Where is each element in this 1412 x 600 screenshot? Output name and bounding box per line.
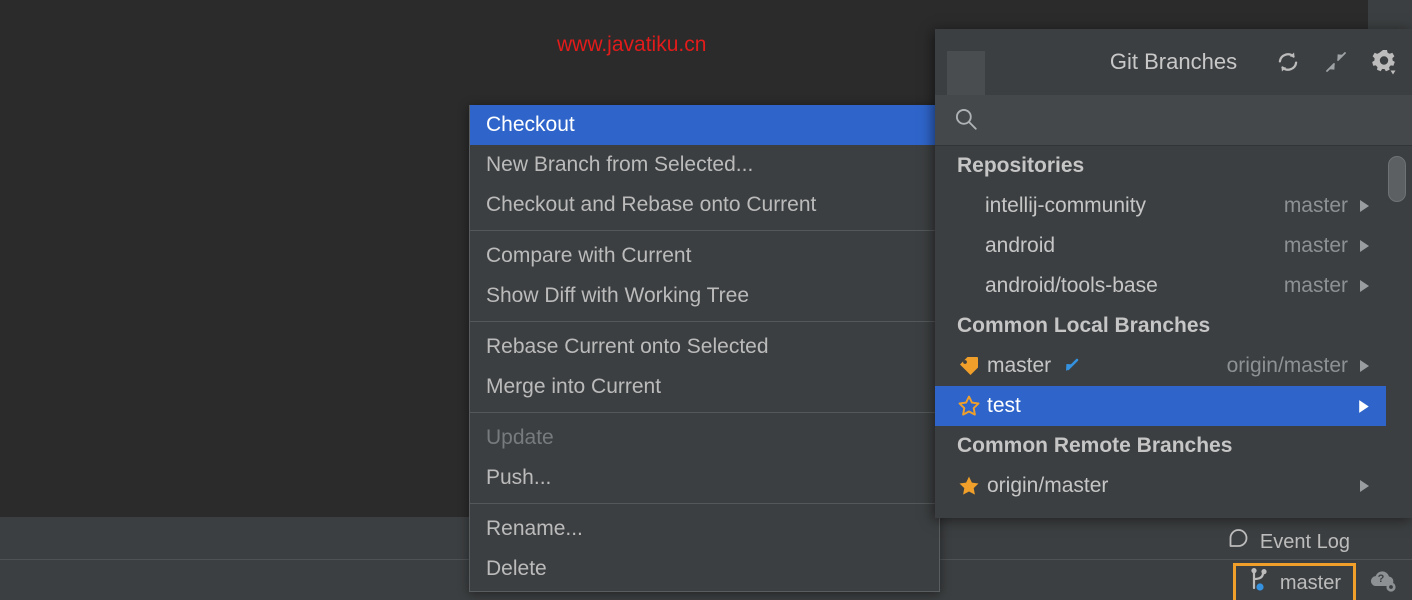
branches-scrollbar[interactable] bbox=[1392, 146, 1408, 518]
search-icon bbox=[953, 106, 979, 132]
menu-item-delete[interactable]: Delete bbox=[470, 549, 939, 589]
collapse-all-icon[interactable] bbox=[1322, 48, 1350, 76]
star-outline-icon[interactable] bbox=[957, 394, 983, 418]
top-right-toolbar-strip bbox=[1368, 0, 1412, 29]
group-header-common-remote-branches: Common Remote Branches bbox=[935, 426, 1412, 466]
tracked-remote-branch: origin/master bbox=[1227, 354, 1356, 378]
row-branch-master[interactable]: master origin/master bbox=[935, 346, 1386, 386]
repo-current-branch: master bbox=[1284, 274, 1356, 298]
chevron-right-icon bbox=[1356, 198, 1372, 214]
branch-name: test bbox=[987, 394, 1021, 418]
row-branch-test[interactable]: test bbox=[935, 386, 1386, 426]
refresh-icon[interactable] bbox=[1274, 48, 1302, 76]
row-repository-android[interactable]: android master bbox=[935, 226, 1386, 266]
tag-icon bbox=[957, 354, 983, 378]
menu-item-rebase-current-onto-selected[interactable]: Rebase Current onto Selected bbox=[470, 327, 939, 367]
repo-name: android/tools-base bbox=[985, 274, 1158, 298]
menu-separator bbox=[470, 321, 939, 322]
branch-name: origin/master bbox=[987, 474, 1108, 498]
chevron-right-icon bbox=[1356, 278, 1372, 294]
chevron-right-icon bbox=[1356, 398, 1372, 415]
branch-search-row[interactable] bbox=[935, 95, 1412, 146]
menu-item-checkout-and-rebase-onto-current[interactable]: Checkout and Rebase onto Current bbox=[470, 185, 939, 225]
menu-item-compare-with-current[interactable]: Compare with Current bbox=[470, 236, 939, 276]
event-log-icon bbox=[1227, 527, 1251, 557]
status-bar-branch-widget[interactable]: master bbox=[1233, 563, 1356, 600]
repo-name: intellij-community bbox=[985, 194, 1146, 218]
group-header-repositories: Repositories bbox=[935, 146, 1412, 186]
menu-separator bbox=[470, 503, 939, 504]
repo-current-branch: master bbox=[1284, 194, 1356, 218]
chevron-right-icon bbox=[1356, 358, 1372, 374]
settings-gear-icon[interactable] bbox=[1370, 48, 1398, 76]
menu-separator bbox=[470, 412, 939, 413]
branch-name: master bbox=[987, 354, 1051, 378]
branch-context-menu: Checkout New Branch from Selected... Che… bbox=[469, 105, 940, 592]
panel-action-buttons bbox=[1274, 29, 1398, 95]
watermark-text: www.javatiku.cn bbox=[557, 33, 706, 57]
row-branch-origin-master[interactable]: origin/master bbox=[935, 466, 1386, 506]
row-repository-android-tools-base[interactable]: android/tools-base master bbox=[935, 266, 1386, 306]
repo-name: android bbox=[985, 234, 1055, 258]
row-repository-intellij-community[interactable]: intellij-community master bbox=[935, 186, 1386, 226]
branches-tree: Repositories intellij-community master a… bbox=[935, 146, 1412, 518]
group-header-common-local-branches: Common Local Branches bbox=[935, 306, 1412, 346]
git-branches-panel: Git Branches bbox=[935, 29, 1412, 518]
chevron-right-icon bbox=[1356, 238, 1372, 254]
menu-item-push[interactable]: Push... bbox=[470, 458, 939, 498]
search-input[interactable] bbox=[989, 105, 1402, 137]
menu-item-merge-into-current[interactable]: Merge into Current bbox=[470, 367, 939, 407]
menu-item-update: Update bbox=[470, 418, 939, 458]
ide-window: www.javatiku.cn Checkout New Branch from… bbox=[0, 0, 1412, 600]
event-log-widget[interactable]: Event Log bbox=[1227, 525, 1350, 559]
menu-separator bbox=[470, 230, 939, 231]
menu-item-rename[interactable]: Rename... bbox=[470, 509, 939, 549]
chevron-right-icon bbox=[1356, 478, 1372, 494]
cloud-settings-icon[interactable]: ? bbox=[1366, 566, 1402, 596]
event-log-label: Event Log bbox=[1260, 531, 1350, 554]
git-branch-icon bbox=[1248, 567, 1272, 599]
star-filled-icon[interactable] bbox=[957, 474, 983, 498]
menu-item-checkout[interactable]: Checkout bbox=[470, 105, 939, 145]
svg-text:?: ? bbox=[1378, 573, 1385, 585]
scrollbar-thumb[interactable] bbox=[1388, 156, 1406, 202]
menu-item-new-branch-from-selected[interactable]: New Branch from Selected... bbox=[470, 145, 939, 185]
incoming-changes-arrow-icon bbox=[1061, 356, 1081, 376]
menu-item-show-diff-with-working-tree[interactable]: Show Diff with Working Tree bbox=[470, 276, 939, 316]
repo-current-branch: master bbox=[1284, 234, 1356, 258]
git-branches-header: Git Branches bbox=[935, 29, 1412, 95]
current-branch-label: master bbox=[1280, 572, 1341, 595]
